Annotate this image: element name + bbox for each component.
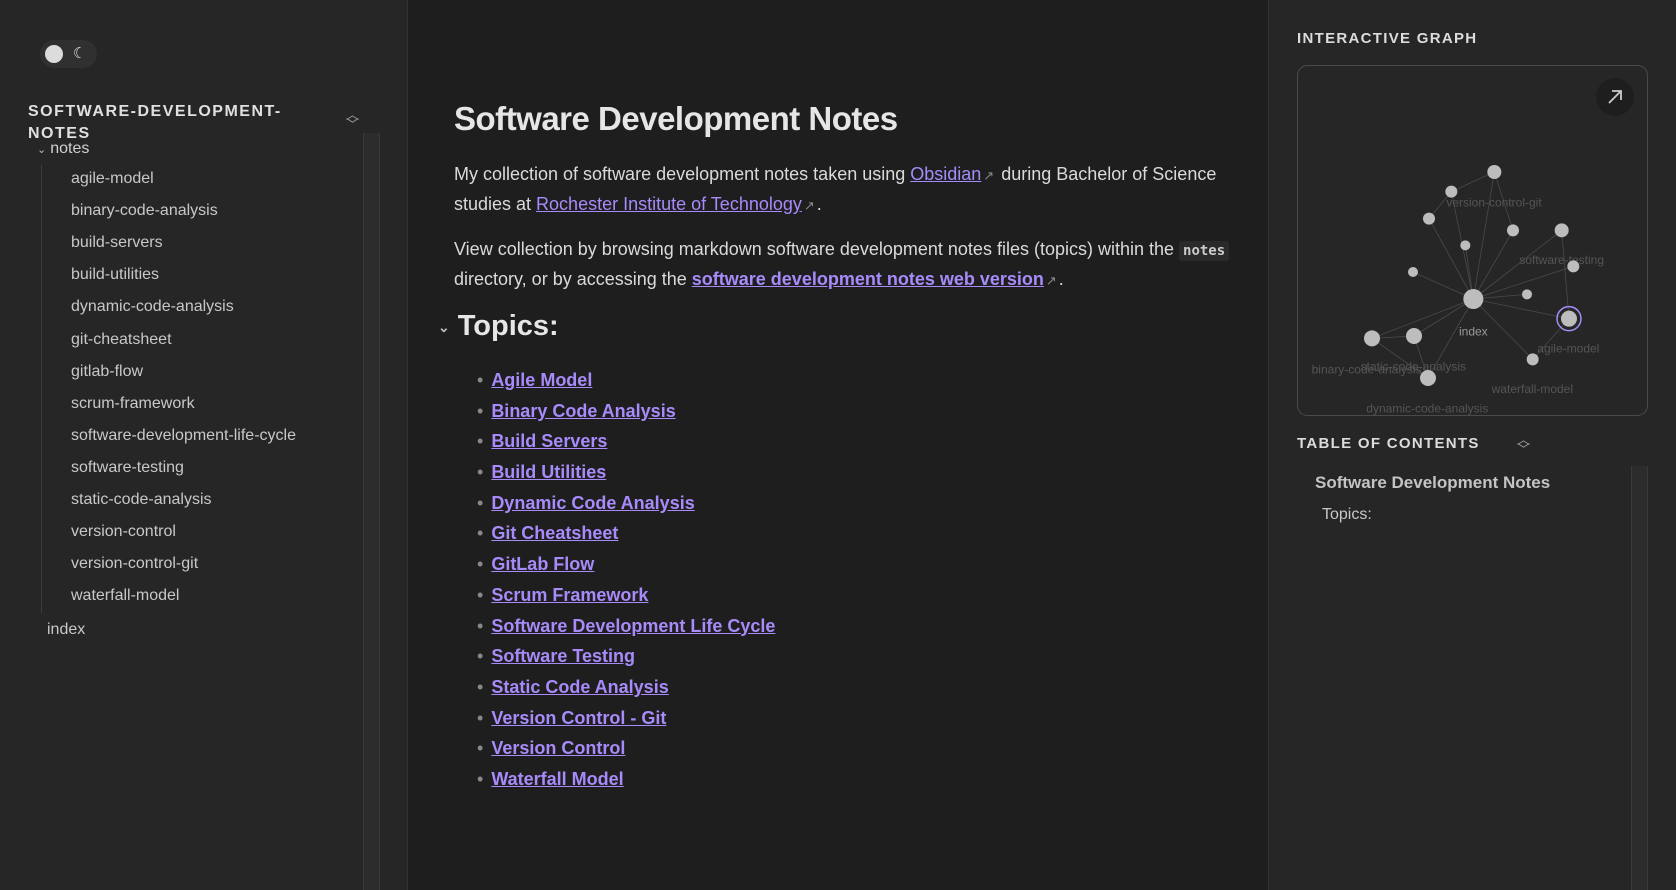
graph-label-st: software-testing [1519,253,1604,267]
collapse-toggle-icon[interactable]: ︿ ﹀ [1517,433,1530,456]
toc-item[interactable]: Software Development Notes [1315,473,1550,493]
topic-link[interactable]: Version Control [491,738,625,758]
sidebar-item-version-control[interactable]: version-control [71,523,176,541]
inline-code: notes [1179,241,1230,261]
sidebar-item-agile-model[interactable]: agile-model [71,170,154,188]
graph-title: INTERACTIVE GRAPH [1297,30,1478,47]
topic-link[interactable]: Binary Code Analysis [491,401,675,421]
sidebar-item-binary-code-analysis[interactable]: binary-code-analysis [71,202,218,220]
rit-link[interactable]: Rochester Institute of Technology [536,194,802,214]
sidebar-item-index[interactable]: index [47,621,85,639]
explorer-title[interactable]: SOFTWARE-DEVELOPMENT-NOTES [28,101,308,145]
graph-node[interactable] [1445,185,1458,198]
graph-label-vcg: version-control-git [1446,195,1542,209]
graph-node[interactable] [1522,289,1532,300]
graph-node[interactable] [1364,330,1380,347]
graph-label-agile: agile-model [1537,342,1599,356]
toggle-knob [45,45,63,63]
sidebar-item-dynamic-code-analysis[interactable]: dynamic-code-analysis [71,298,234,316]
sidebar-item-scrum-framework[interactable]: scrum-framework [71,395,195,413]
chevron-down-icon: ⌄ [37,144,47,156]
graph-node[interactable] [1460,240,1471,251]
graph-node[interactable] [1507,224,1519,237]
topic-item: Binary Code Analysis [477,397,775,428]
graph-node[interactable] [1463,289,1484,309]
folder-notes[interactable]: ⌄ notes [37,140,89,158]
topic-item: Scrum Framework [477,581,775,612]
sidebar-item-build-utilities[interactable]: build-utilities [71,266,159,284]
theme-toggle[interactable]: ☾ [40,40,97,68]
graph-node[interactable] [1406,328,1422,344]
topics-heading[interactable]: ⌄ Topics: [438,310,559,343]
topic-item: Waterfall Model [477,765,775,796]
graph-node[interactable] [1423,212,1435,225]
topic-link[interactable]: Dynamic Code Analysis [491,493,694,513]
topic-item: Static Code Analysis [477,673,775,704]
graph-label-dca: dynamic-code-analysis [1366,402,1488,416]
page-title: Software Development Notes [454,100,898,137]
sidebar-item-software-testing[interactable]: software-testing [71,459,184,477]
topic-link[interactable]: Software Development Life Cycle [491,616,775,636]
topic-item: Build Servers [477,427,775,458]
moon-icon: ☾ [73,45,87,62]
chevron-down-icon: ⌄ [438,318,450,335]
toc-title: TABLE OF CONTENTS [1297,435,1480,452]
graph-node[interactable] [1561,310,1577,327]
external-link-icon: ↗ [983,168,995,183]
external-link-icon: ↗ [1045,273,1057,288]
graph-node[interactable] [1554,223,1569,238]
topics-list: Agile Model Binary Code Analysis Build Ser… [477,366,775,796]
topic-link[interactable]: Build Servers [491,431,607,451]
topic-link[interactable]: Static Code Analysis [491,677,668,697]
sidebar-item-version-control-git[interactable]: version-control-git [71,555,198,573]
topic-item: GitLab Flow [477,550,775,581]
sidebar-item-software-development-life-cycle[interactable]: software-development-life-cycle [71,427,296,445]
interactive-graph[interactable]: version-control-gitsoftware-testingstati… [1290,60,1676,430]
topic-link[interactable]: GitLab Flow [491,554,594,574]
topic-item: Build Utilities [477,458,775,489]
graph-node[interactable] [1567,260,1580,273]
graph-node[interactable] [1420,370,1436,386]
topic-item: Agile Model [477,366,775,397]
topic-item: Git Cheatsheet [477,519,775,550]
topic-item: Software Development Life Cycle [477,612,775,643]
sidebar-scrollbar[interactable] [363,133,380,890]
topic-link[interactable]: Waterfall Model [491,769,623,789]
left-sidebar: ☾ SOFTWARE-DEVELOPMENT-NOTES ︿ ﹀ ⌄ notes a… [0,0,408,890]
topic-link[interactable]: Version Control - Git [491,708,666,728]
graph-node[interactable] [1408,267,1418,277]
topic-link[interactable]: Build Utilities [491,462,606,482]
topic-link[interactable]: Agile Model [491,370,592,390]
graph-node[interactable] [1487,165,1502,179]
graph-label-index: index [1459,325,1488,339]
topic-item: Software Testing [477,642,775,673]
topic-link[interactable]: Scrum Framework [491,585,648,605]
collapse-toggle-icon[interactable]: ︿ ﹀ [346,108,359,131]
sidebar-item-waterfall-model[interactable]: waterfall-model [71,587,179,605]
topic-link[interactable]: Git Cheatsheet [491,523,618,543]
folder-label: notes [50,140,90,157]
web-version-link[interactable]: software development notes web version [692,269,1044,289]
toc-scrollbar[interactable] [1631,466,1648,890]
toc-item[interactable]: Topics: [1322,506,1372,524]
topic-link[interactable]: Software Testing [491,646,635,666]
external-link-icon: ↗ [803,198,815,213]
topic-item: Version Control [477,734,775,765]
sidebar-item-git-cheatsheet[interactable]: git-cheatsheet [71,331,172,349]
sidebar-item-gitlab-flow[interactable]: gitlab-flow [71,363,143,381]
browse-paragraph: View collection by browsing markdown sof… [454,235,1234,295]
intro-paragraph: My collection of software development no… [454,164,1217,214]
topic-item: Version Control - Git [477,704,775,735]
obsidian-link[interactable]: Obsidian [910,164,981,184]
graph-label-bca: binary-code-analysis [1312,362,1422,376]
topic-item: Dynamic Code Analysis [477,489,775,520]
sidebar-item-static-code-analysis[interactable]: static-code-analysis [71,491,212,509]
graph-label-wf: waterfall-model [1491,382,1573,396]
expand-graph-button[interactable] [1596,78,1634,116]
tree-guide [41,165,42,613]
graph-node[interactable] [1526,353,1539,366]
sidebar-item-build-servers[interactable]: build-servers [71,234,163,252]
